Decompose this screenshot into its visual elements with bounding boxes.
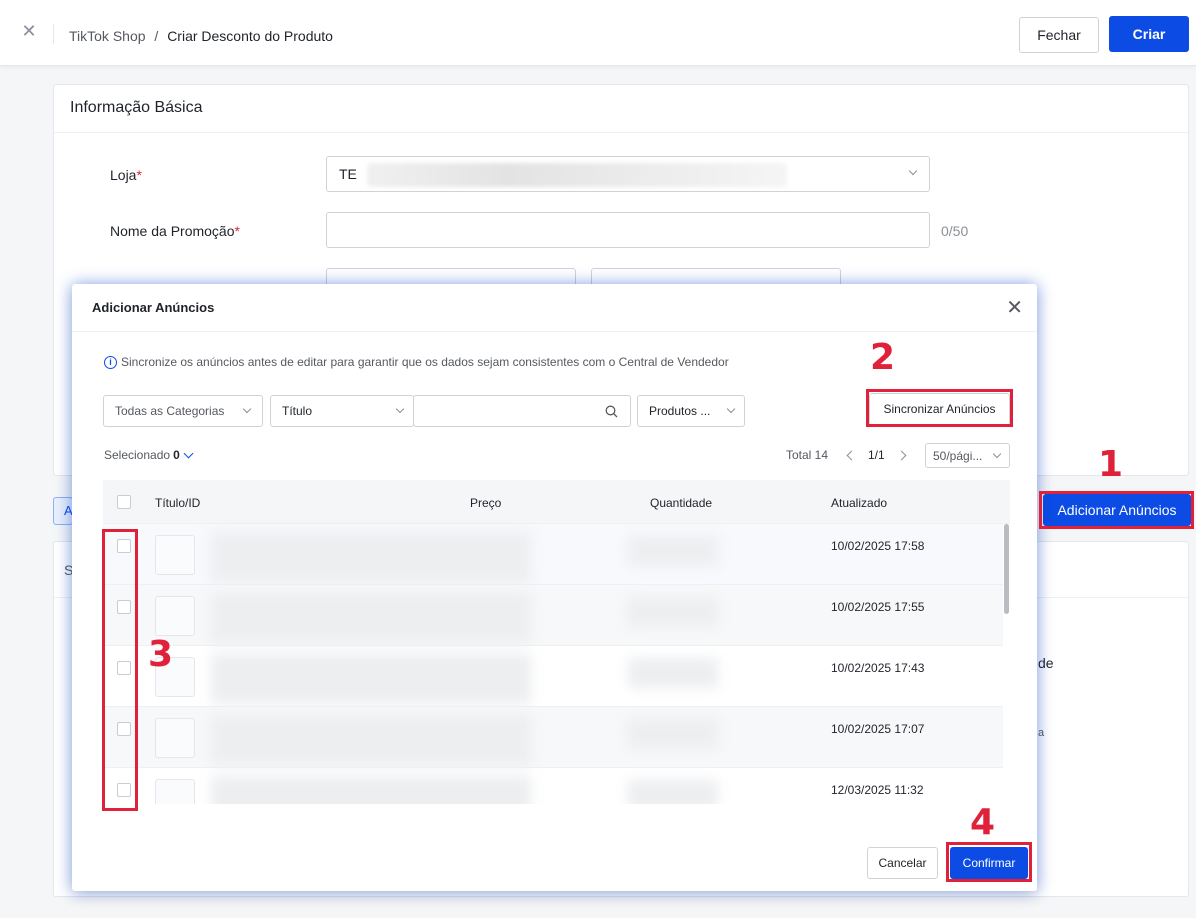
- search-field-select[interactable]: Título: [270, 395, 414, 427]
- product-thumbnail: [155, 779, 195, 804]
- updated-date: 10/02/2025 17:58: [831, 539, 925, 553]
- updated-date: 12/03/2025 11:32: [831, 783, 924, 797]
- table-row[interactable]: 12/03/2025 11:32: [103, 768, 1003, 804]
- search-input[interactable]: [413, 395, 631, 427]
- annotation-number-1: 1: [1098, 444, 1124, 485]
- close-button[interactable]: Fechar: [1019, 17, 1099, 53]
- redacted-title: [211, 593, 531, 643]
- select-all-checkbox[interactable]: [117, 495, 131, 509]
- info-icon: i: [104, 355, 117, 369]
- product-thumbnail: [155, 535, 195, 575]
- selected-count: 0: [173, 448, 180, 462]
- page-size-select[interactable]: 50/pági...: [925, 443, 1010, 468]
- redacted-title: [211, 776, 531, 804]
- table-row[interactable]: 10/02/2025 17:55: [103, 585, 1003, 646]
- chevron-down-icon: [726, 404, 736, 414]
- redacted-quantity: [628, 780, 718, 804]
- redacted-quantity: [628, 658, 718, 688]
- batch-action-button[interactable]: A: [53, 497, 73, 525]
- chevron-down-icon[interactable]: [183, 448, 194, 458]
- promo-name-counter: 0/50: [941, 223, 969, 239]
- store-label: Loja*: [110, 167, 142, 183]
- chevron-down-icon: [395, 404, 405, 414]
- cancel-button[interactable]: Cancelar: [867, 847, 938, 879]
- prev-page-icon[interactable]: [846, 450, 857, 461]
- chevron-down-icon: [992, 449, 1002, 459]
- annotation-box-3: [102, 529, 138, 811]
- column-quantity: Quantidade: [650, 496, 713, 510]
- updated-date: 10/02/2025 17:07: [831, 722, 925, 736]
- redacted-quantity: [628, 536, 718, 566]
- close-icon[interactable]: ✕: [1006, 298, 1023, 318]
- table-row[interactable]: 10/02/2025 17:58: [103, 524, 1003, 585]
- annotation-box-4: [946, 842, 1032, 882]
- empty-state-subtext: a: [1038, 727, 1045, 739]
- updated-date: 10/02/2025 17:43: [831, 661, 925, 675]
- redacted-store-name: [367, 163, 787, 187]
- search-icon[interactable]: [605, 405, 618, 418]
- scrollbar-thumb[interactable]: [1004, 524, 1009, 614]
- chevron-down-icon: [908, 166, 918, 176]
- modal-title: Adicionar Anúncios: [92, 300, 215, 315]
- redacted-title: [211, 715, 531, 765]
- breadcrumb-separator: /: [154, 28, 159, 44]
- column-updated: Atualizado: [831, 496, 888, 510]
- annotation-number-2: 2: [870, 337, 896, 378]
- required-mark: *: [136, 167, 142, 183]
- selected-summary[interactable]: Selecionado 0: [104, 448, 194, 462]
- table-row[interactable]: 10/02/2025 17:43: [103, 646, 1003, 707]
- sync-notice: i Sincronize os anúncios antes de editar…: [104, 355, 729, 369]
- basic-info-title: Informação Básica: [54, 85, 1188, 133]
- redacted-quantity: [628, 719, 718, 749]
- redacted-title: [211, 532, 531, 582]
- next-page-icon[interactable]: [896, 450, 907, 461]
- store-value: TE: [339, 166, 357, 182]
- column-price: Preço: [470, 496, 502, 510]
- column-title: Título/ID: [155, 496, 201, 510]
- divider: [72, 331, 1037, 332]
- updated-date: 10/02/2025 17:55: [831, 600, 925, 614]
- breadcrumb-current: Criar Desconto do Produto: [167, 28, 333, 44]
- top-bar: ✕ TikTok Shop / Criar Desconto do Produt…: [0, 0, 1196, 66]
- category-select[interactable]: Todas as Categorias: [103, 395, 263, 427]
- table-header: Título/ID Preço Quantidade Atualizado: [103, 480, 1010, 524]
- product-thumbnail: [155, 596, 195, 636]
- empty-state-text: de: [1038, 655, 1054, 671]
- store-select[interactable]: TE: [326, 156, 930, 192]
- annotation-number-4: 4: [970, 802, 996, 843]
- divider: [53, 24, 54, 44]
- table-scrollbar[interactable]: [1003, 524, 1010, 804]
- required-mark: *: [234, 223, 240, 239]
- category-select-value: Todas as Categorias: [115, 404, 225, 418]
- page-indicator: 1/1: [868, 448, 885, 462]
- product-status-select[interactable]: Produtos ...: [637, 395, 745, 427]
- promo-name-input[interactable]: [326, 212, 930, 248]
- store-label-text: Loja: [110, 167, 137, 183]
- product-thumbnail: [155, 718, 195, 758]
- promo-name-label: Nome da Promoção*: [110, 223, 240, 239]
- promo-name-label-text: Nome da Promoção: [110, 223, 235, 239]
- table-row[interactable]: 10/02/2025 17:07: [103, 707, 1003, 768]
- sync-notice-text: Sincronize os anúncios antes de editar p…: [121, 355, 729, 369]
- annotation-box-2: [866, 389, 1013, 427]
- selected-label: Selecionado: [104, 448, 171, 462]
- redacted-quantity: [628, 597, 718, 627]
- page-size-value: 50/pági...: [933, 449, 983, 463]
- breadcrumb: TikTok Shop / Criar Desconto do Produto: [69, 28, 333, 44]
- close-icon[interactable]: ✕: [20, 22, 38, 40]
- search-field-value: Título: [282, 404, 313, 418]
- redacted-title: [211, 654, 531, 704]
- listings-table: Título/ID Preço Quantidade Atualizado 10…: [103, 480, 1010, 804]
- annotation-number-3: 3: [148, 634, 174, 675]
- breadcrumb-root[interactable]: TikTok Shop: [69, 28, 146, 44]
- annotation-box-1: [1039, 491, 1194, 529]
- create-button[interactable]: Criar: [1109, 16, 1189, 52]
- product-status-value: Produtos ...: [649, 404, 711, 418]
- chevron-down-icon: [242, 404, 252, 414]
- total-count: Total 14: [786, 448, 829, 462]
